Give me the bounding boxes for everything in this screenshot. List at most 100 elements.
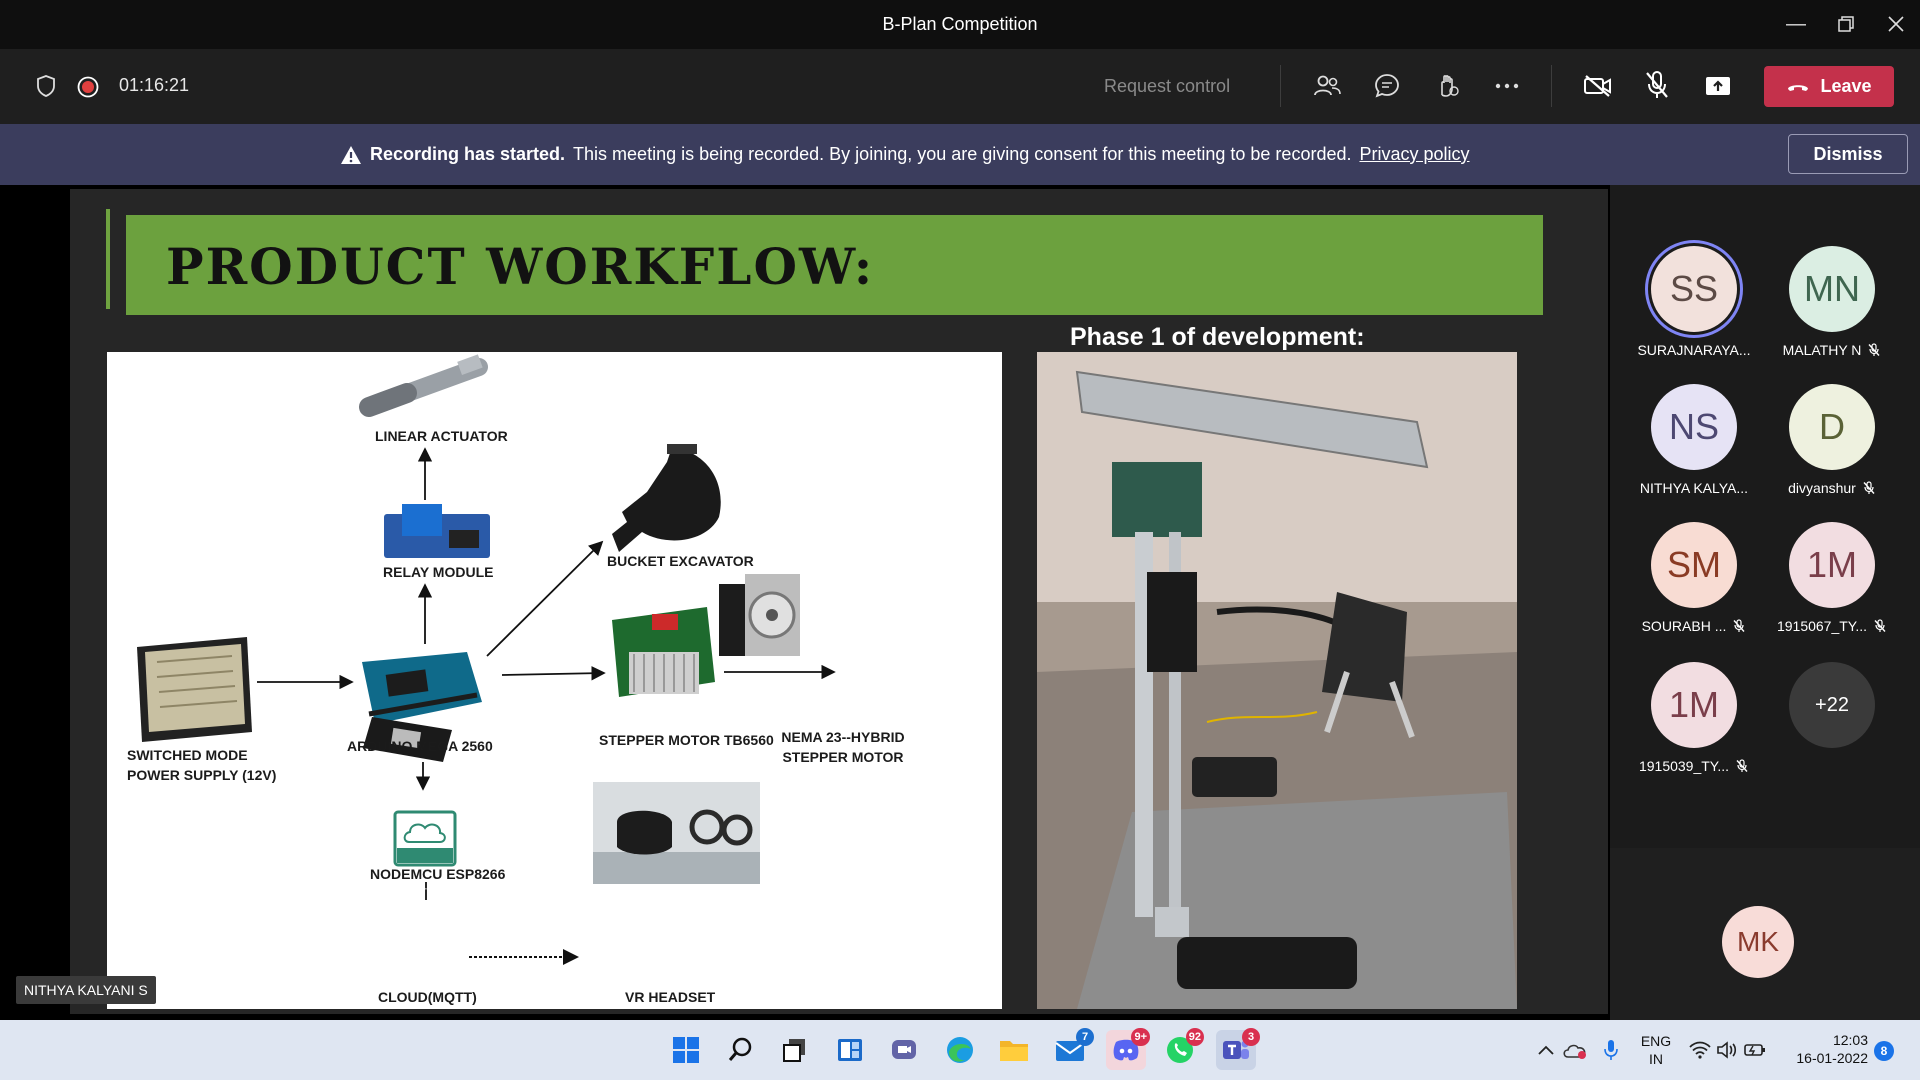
- label-cloud: CLOUD(MQTT): [378, 989, 477, 1005]
- label-vr-headset: VR HEADSET: [625, 989, 716, 1005]
- shared-content-stage: PRODUCT WORKFLOW: Phase 1 of development…: [0, 185, 1610, 1020]
- shield-icon[interactable]: [34, 73, 58, 99]
- task-view-icon[interactable]: [775, 1030, 815, 1070]
- cloud-icon-text: MQTT: [413, 889, 430, 895]
- notification-badge[interactable]: 8: [1874, 1041, 1894, 1061]
- arrow-arduino-to-driver: [501, 666, 606, 681]
- file-explorer-icon[interactable]: [994, 1030, 1034, 1070]
- teams-icon[interactable]: 3: [1216, 1028, 1260, 1070]
- relay-module-image: [384, 504, 490, 558]
- search-icon[interactable]: [721, 1030, 761, 1070]
- language-line1: ENG: [1640, 1033, 1672, 1049]
- phone-hangup-icon: [1788, 84, 1809, 91]
- label-power-supply-line1: SWITCHED MODE: [127, 747, 248, 763]
- label-nodemcu: NODEMCU ESP8266: [370, 866, 506, 882]
- close-icon[interactable]: [1876, 10, 1916, 38]
- participant-name: SURAJNARAYA...: [1637, 342, 1751, 358]
- arrow-arduino-to-bucket: [486, 540, 604, 657]
- warning-icon: [341, 145, 361, 164]
- linear-actuator-image: [359, 354, 488, 417]
- banner-message: This meeting is being recorded. By joini…: [573, 144, 1352, 164]
- discord-icon[interactable]: 9+: [1106, 1028, 1150, 1070]
- mail-icon[interactable]: 7: [1050, 1028, 1094, 1070]
- reactions-icon[interactable]: [1432, 71, 1462, 101]
- participant-name: MALATHY N: [1782, 342, 1862, 358]
- participant-tile[interactable]: SM SOURABH ...: [1624, 522, 1764, 634]
- wifi-icon[interactable]: [1686, 1030, 1714, 1070]
- windows-taskbar: 7 9+ 92 3 ENG IN 12:03 16-01-2022 8: [0, 1020, 1920, 1080]
- onedrive-icon[interactable]: [1560, 1030, 1590, 1070]
- clock-date: 16-01-2022: [1796, 1050, 1868, 1066]
- participant-tile[interactable]: 1M 1915067_TY...: [1762, 522, 1902, 634]
- whatsapp-icon[interactable]: 92: [1160, 1028, 1204, 1070]
- participant-initials: SM: [1667, 544, 1721, 585]
- leave-button[interactable]: Leave: [1764, 66, 1894, 107]
- leave-label: Leave: [1820, 76, 1872, 96]
- mic-off-icon: [1867, 343, 1881, 357]
- label-nema-motor-line2: STEPPER MOTOR: [782, 749, 904, 765]
- meeting-toolbar: 01:16:21 Request control Leave: [0, 49, 1920, 124]
- share-screen-icon[interactable]: [1702, 71, 1734, 101]
- meeting-timer: 01:16:21: [119, 75, 190, 95]
- edge-icon[interactable]: [940, 1030, 980, 1070]
- presenter-name-tag: NITHYA KALYANI S: [16, 976, 156, 1004]
- widgets-icon[interactable]: [830, 1030, 870, 1070]
- chat-icon[interactable]: [1372, 71, 1402, 101]
- toolbar-divider: [1280, 65, 1281, 107]
- teams-chat-icon[interactable]: [884, 1030, 924, 1070]
- participant-initials: SS: [1669, 268, 1719, 309]
- participant-name: NITHYA KALYA...: [1639, 480, 1749, 496]
- microphone-icon[interactable]: [1598, 1030, 1624, 1070]
- label-nema-motor: NEMA 23--HYBRID STEPPER MOTOR: [781, 727, 904, 767]
- label-arduino: ARDUINO MEGA 2560: [347, 738, 493, 754]
- mic-off-icon[interactable]: [1642, 69, 1672, 101]
- participant-avatar: 1M: [1789, 522, 1875, 608]
- language-indicator[interactable]: ENG IN: [1636, 1032, 1676, 1068]
- camera-off-icon[interactable]: [1582, 71, 1614, 101]
- participant-tile[interactable]: +22: [1762, 662, 1902, 748]
- self-avatar-initials: MK: [1737, 926, 1779, 957]
- request-control-button[interactable]: Request control: [1104, 76, 1230, 97]
- participant-avatar: MN: [1789, 246, 1875, 332]
- stepper-driver-image: [612, 607, 715, 697]
- participant-name: divyanshur: [1788, 480, 1856, 496]
- slide-title-banner: PRODUCT WORKFLOW:: [126, 215, 1543, 315]
- mic-off-icon: [1873, 619, 1887, 633]
- slide-accent-bar: [106, 209, 110, 309]
- dismiss-button[interactable]: Dismiss: [1788, 134, 1908, 174]
- volume-icon[interactable]: [1714, 1030, 1740, 1070]
- participant-avatar: SS: [1651, 246, 1737, 332]
- label-power-supply: SWITCHED MODE POWER SUPPLY (12V): [127, 745, 276, 785]
- label-stepper-driver: STEPPER MOTOR TB6560: [599, 732, 774, 748]
- prototype-photo: [1037, 352, 1517, 1009]
- workflow-diagram: LINEAR ACTUATOR RELAY MODULE BUCKET EXCA…: [107, 352, 1002, 1009]
- phase-label: Phase 1 of development:: [1070, 323, 1365, 351]
- participant-tile[interactable]: Ddivyanshur: [1762, 384, 1902, 496]
- participant-tile[interactable]: NS NITHYA KALYA...: [1624, 384, 1764, 496]
- label-linear-actuator: LINEAR ACTUATOR: [375, 428, 508, 444]
- participant-avatar: SM: [1651, 522, 1737, 608]
- start-icon[interactable]: [666, 1030, 706, 1070]
- toolbar-divider: [1551, 65, 1552, 107]
- mic-off-icon: [1732, 619, 1746, 633]
- battery-icon[interactable]: [1742, 1030, 1768, 1070]
- clock[interactable]: 12:03 16-01-2022: [1788, 1031, 1868, 1067]
- recording-icon: [76, 75, 100, 99]
- participant-tile[interactable]: MN MALATHY N: [1762, 246, 1902, 358]
- chevron-up-icon[interactable]: [1534, 1030, 1558, 1070]
- window-titlebar: B-Plan Competition —: [0, 0, 1920, 49]
- people-icon[interactable]: [1312, 71, 1342, 101]
- more-options-icon[interactable]: [1492, 71, 1522, 101]
- participant-tile[interactable]: SS SURAJNARAYA...: [1624, 246, 1764, 358]
- privacy-policy-link[interactable]: Privacy policy: [1359, 144, 1469, 165]
- participant-avatar: 1M: [1651, 662, 1737, 748]
- participant-initials: +22: [1815, 693, 1849, 716]
- participant-name: 1915067_TY...: [1776, 618, 1868, 634]
- participant-tile[interactable]: 1M 1915039_TY...: [1624, 662, 1764, 774]
- restore-icon[interactable]: [1826, 10, 1866, 38]
- label-nema-motor-line1: NEMA 23--HYBRID: [781, 729, 905, 745]
- participants-panel: MK SS SURAJNARAYA... MN MALATHY N NS NITHYA K…: [1610, 185, 1920, 1020]
- label-bucket-excavator: BUCKET EXCAVATOR: [607, 553, 754, 569]
- minimize-icon[interactable]: —: [1776, 10, 1816, 38]
- participant-initials: 1M: [1806, 544, 1857, 585]
